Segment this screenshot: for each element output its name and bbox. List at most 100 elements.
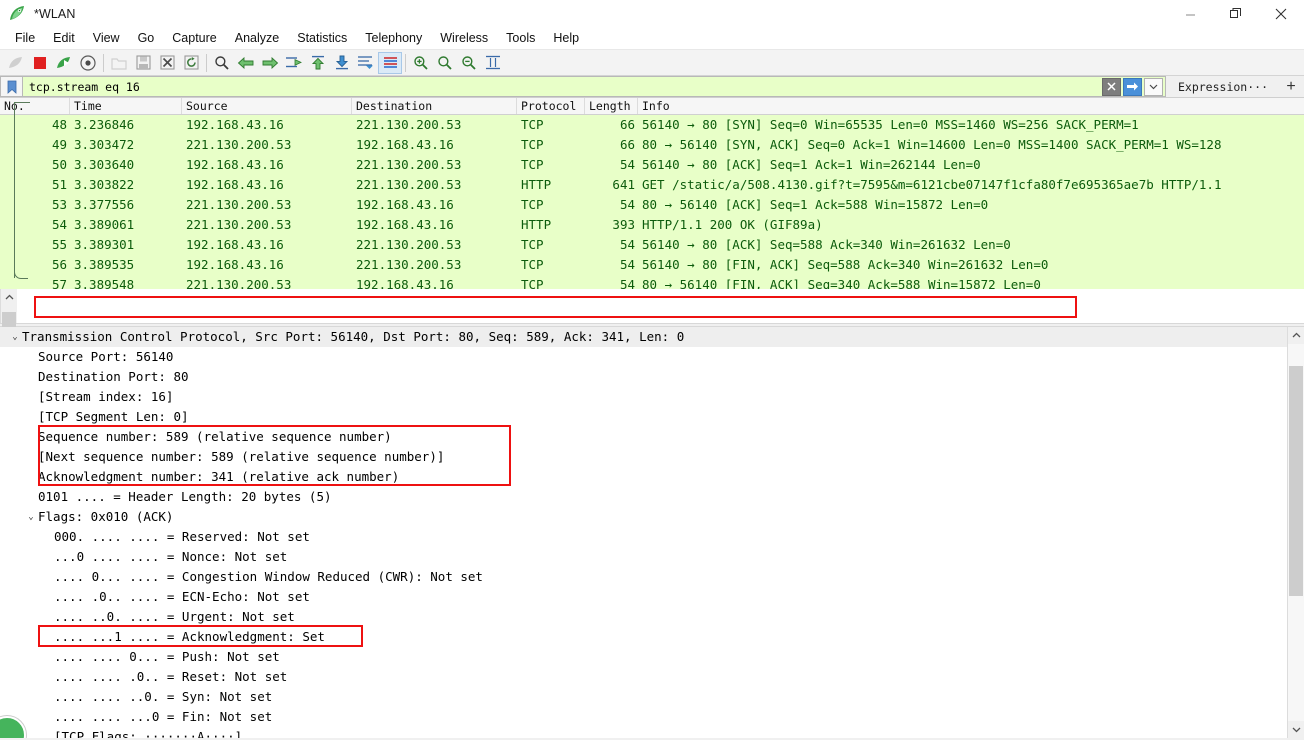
detail-tree-row[interactable]: .... .... 0... = Push: Not set	[0, 647, 1287, 667]
display-filter-field[interactable]	[22, 76, 1166, 97]
menu-item-telephony[interactable]: Telephony	[356, 29, 431, 48]
detail-tree-row[interactable]: .... ...1 .... = Acknowledgment: Set	[0, 627, 1287, 647]
detail-tree-row[interactable]: Source Port: 56140	[0, 347, 1287, 367]
column-header-time[interactable]: Time	[70, 98, 182, 114]
detail-tree-row[interactable]: 0101 .... = Header Length: 20 bytes (5)	[0, 487, 1287, 507]
normal-size-icon[interactable]	[457, 52, 481, 74]
detail-scroll-up-arrow-icon[interactable]	[1288, 327, 1304, 344]
cell-destination: 192.168.43.16	[356, 277, 454, 289]
chevron-down-icon[interactable]: ⌄	[24, 507, 38, 527]
restart-capture-icon[interactable]	[52, 52, 76, 74]
go-back-icon[interactable]	[234, 52, 258, 74]
resize-columns-icon[interactable]	[481, 52, 505, 74]
minimize-button[interactable]	[1168, 0, 1213, 28]
detail-tree-row[interactable]: .... .0.. .... = ECN-Echo: Not set	[0, 587, 1287, 607]
zoom-out-icon[interactable]	[433, 52, 457, 74]
detail-tree-row[interactable]: .... .... .0.. = Reset: Not set	[0, 667, 1287, 687]
cell-time: 3.389535	[74, 257, 135, 272]
detail-tree-row[interactable]: [TCP Segment Len: 0]	[0, 407, 1287, 427]
go-to-first-packet-icon[interactable]	[306, 52, 330, 74]
detail-tree-row[interactable]: Acknowledgment number: 341 (relative ack…	[0, 467, 1287, 487]
detail-tree-row[interactable]: Sequence number: 589 (relative sequence …	[0, 427, 1287, 447]
reload-file-icon[interactable]	[179, 52, 203, 74]
menu-item-analyze[interactable]: Analyze	[226, 29, 288, 48]
detail-tree-row[interactable]: .... .... ..0. = Syn: Not set	[0, 687, 1287, 707]
menu-item-capture[interactable]: Capture	[163, 29, 225, 48]
bookmark-icon[interactable]	[0, 76, 22, 97]
packet-detail-scrollbar[interactable]	[1287, 327, 1304, 738]
detail-tree-row[interactable]: [Next sequence number: 589 (relative seq…	[0, 447, 1287, 467]
cell-no: 48	[51, 117, 67, 132]
go-to-last-packet-icon[interactable]	[330, 52, 354, 74]
table-row[interactable]: 50 3.303640 192.168.43.16 221.130.200.53 TCP…	[0, 155, 1304, 175]
cell-length: 54	[619, 197, 635, 212]
detail-tree-row[interactable]: Destination Port: 80	[0, 367, 1287, 387]
go-forward-icon[interactable]	[258, 52, 282, 74]
packet-detail-scroll-thumb[interactable]	[1289, 366, 1303, 596]
detail-tree-row[interactable]: .... ..0. .... = Urgent: Not set	[0, 607, 1287, 627]
chevron-down-icon[interactable]	[1143, 77, 1163, 96]
column-header-destination[interactable]: Destination	[352, 98, 517, 114]
table-row[interactable]: 56 3.389535 192.168.43.16 221.130.200.53 TCP…	[0, 255, 1304, 275]
colorize-packets-icon[interactable]	[378, 51, 402, 74]
find-packet-icon[interactable]	[210, 52, 234, 74]
close-file-icon[interactable]	[155, 52, 179, 74]
cell-length: 54	[619, 277, 635, 289]
table-row[interactable]: 49 3.303472 221.130.200.53 192.168.43.16 TCP…	[0, 135, 1304, 155]
packet-detail-scroll-track[interactable]	[1288, 344, 1304, 721]
detail-tree-row[interactable]: [TCP Flags: ·······A····]	[0, 727, 1287, 738]
display-filter-input[interactable]	[23, 79, 1102, 94]
detail-tree-row[interactable]: .... .... ...0 = Fin: Not set	[0, 707, 1287, 727]
maximize-button[interactable]	[1213, 0, 1258, 28]
table-row[interactable]: 54 3.389061 221.130.200.53 192.168.43.16 HTT…	[0, 215, 1304, 235]
start-capture-icon[interactable]	[4, 52, 28, 74]
apply-arrow-icon[interactable]	[1122, 77, 1142, 96]
table-row[interactable]: 57 3.389548 221.130.200.53 192.168.43.16 TCP…	[0, 275, 1304, 289]
detail-scroll-down-arrow-icon[interactable]	[1288, 721, 1304, 738]
stop-capture-icon[interactable]	[28, 52, 52, 74]
close-button[interactable]	[1258, 0, 1304, 28]
detail-tree-label: Acknowledgment number: 341 (relative ack…	[38, 469, 400, 484]
clear-x-icon[interactable]	[1101, 77, 1121, 96]
chevron-down-icon[interactable]: ⌄	[8, 327, 22, 347]
save-file-icon[interactable]	[131, 52, 155, 74]
table-row[interactable]: 53 3.377556 221.130.200.53 192.168.43.16 TCP…	[0, 195, 1304, 215]
zoom-in-icon[interactable]	[409, 52, 433, 74]
menu-item-view[interactable]: View	[84, 29, 129, 48]
cell-info: 56140 → 80 [FIN, ACK] Seq=588 Ack=340 Wi…	[642, 257, 1049, 272]
add-filter-button[interactable]: +	[1278, 76, 1304, 97]
packet-list-scrollbar[interactable]	[0, 289, 17, 460]
detail-tree-row[interactable]: .... 0... .... = Congestion Window Reduc…	[0, 567, 1287, 587]
detail-tree-row[interactable]: [Stream index: 16]	[0, 387, 1287, 407]
table-row[interactable]: 55 3.389301 192.168.43.16 221.130.200.53 TCP…	[0, 235, 1304, 255]
menu-item-tools[interactable]: Tools	[497, 29, 544, 48]
detail-tree-row[interactable]: 000. .... .... = Reserved: Not set	[0, 527, 1287, 547]
cell-protocol: TCP	[521, 137, 544, 152]
auto-scroll-icon[interactable]	[354, 52, 378, 74]
table-row[interactable]: 48 3.236846 192.168.43.16 221.130.200.53 TCP…	[0, 115, 1304, 135]
menu-item-go[interactable]: Go	[129, 29, 164, 48]
column-header-length[interactable]: Length	[585, 98, 638, 114]
cell-time: 3.389061	[74, 217, 135, 232]
column-header-source[interactable]: Source	[182, 98, 352, 114]
scroll-up-arrow-icon[interactable]	[1, 289, 17, 306]
detail-tree-row[interactable]: ⌄ Transmission Control Protocol, Src Port…	[0, 327, 1287, 347]
detail-tree-row[interactable]: ⌄ Flags: 0x010 (ACK)	[0, 507, 1287, 527]
menu-item-help[interactable]: Help	[544, 29, 588, 48]
detail-tree-row[interactable]: ...0 .... .... = Nonce: Not set	[0, 547, 1287, 567]
open-file-icon[interactable]	[107, 52, 131, 74]
cell-source: 192.168.43.16	[186, 117, 284, 132]
column-header-info[interactable]: Info	[638, 98, 1304, 114]
column-header-no[interactable]: No.	[0, 98, 70, 114]
menu-item-statistics[interactable]: Statistics	[288, 29, 356, 48]
column-header-protocol[interactable]: Protocol	[517, 98, 585, 114]
capture-options-icon[interactable]	[76, 52, 100, 74]
menu-item-edit[interactable]: Edit	[44, 29, 84, 48]
table-row[interactable]: 51 3.303822 192.168.43.16 221.130.200.53 HTT…	[0, 175, 1304, 195]
go-to-packet-icon[interactable]	[282, 52, 306, 74]
packet-list-header: No. Time Source Destination Protocol Len…	[0, 98, 1304, 115]
cell-source: 192.168.43.16	[186, 257, 284, 272]
filter-expression-button[interactable]: Expression···	[1165, 76, 1278, 97]
menu-item-wireless[interactable]: Wireless	[431, 29, 497, 48]
menu-item-file[interactable]: File	[6, 29, 44, 48]
